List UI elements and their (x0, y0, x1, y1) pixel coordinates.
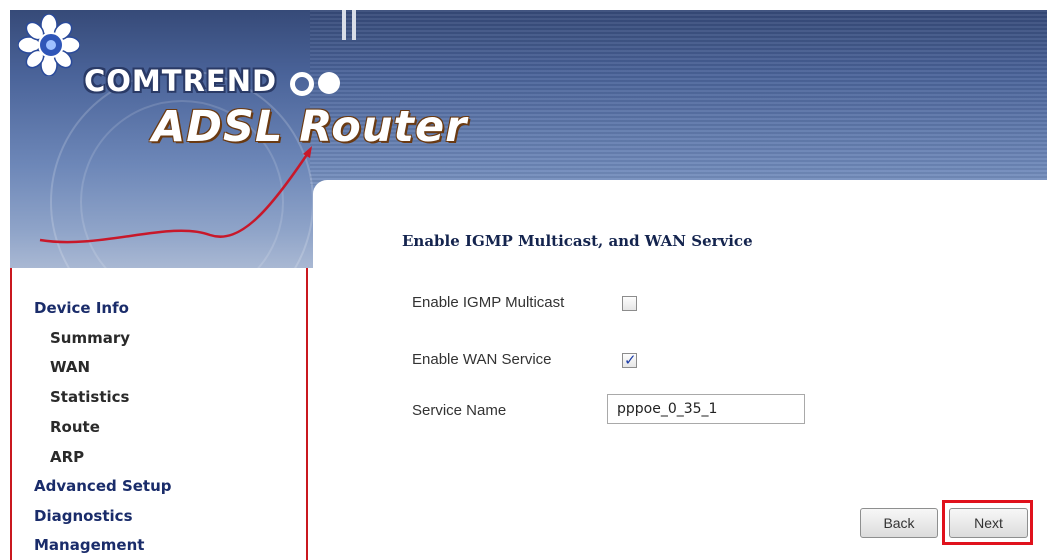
wan-service-label: Enable WAN Service (412, 351, 552, 368)
brand-ring-icon (290, 72, 314, 96)
comtrend-flower-icon (18, 14, 80, 76)
checkmark-icon: ✓ (624, 351, 637, 369)
wan-service-checkbox[interactable]: ✓ (622, 351, 637, 369)
sidebar-item-advanced-setup[interactable]: Advanced Setup (34, 477, 172, 495)
sidebar-item-arp[interactable]: ARP (50, 448, 84, 466)
banner-decoration (352, 10, 356, 40)
sidebar-item-wan[interactable]: WAN (50, 358, 90, 376)
igmp-multicast-label: Enable IGMP Multicast (412, 294, 565, 311)
banner-stripes (310, 10, 1047, 185)
sidebar: Device Info Summary WAN Statistics Route… (10, 268, 308, 560)
sidebar-item-route[interactable]: Route (50, 418, 100, 436)
sidebar-item-device-info[interactable]: Device Info (34, 299, 129, 317)
back-button[interactable]: Back (860, 508, 938, 538)
signal-swoosh-icon (39, 146, 312, 244)
banner-decoration (342, 10, 346, 40)
service-name-label: Service Name (412, 402, 507, 419)
brand-dot-icon (318, 72, 340, 94)
brand-logo-text: COMTREND (84, 64, 278, 98)
sidebar-item-statistics[interactable]: Statistics (50, 388, 129, 406)
sidebar-item-diagnostics[interactable]: Diagnostics (34, 507, 133, 525)
page-title: Enable IGMP Multicast, and WAN Service (402, 232, 753, 250)
sidebar-item-management[interactable]: Management (34, 536, 144, 554)
igmp-multicast-checkbox[interactable] (622, 296, 637, 311)
service-name-input[interactable] (607, 394, 805, 424)
sidebar-item-summary[interactable]: Summary (50, 329, 130, 347)
next-button[interactable]: Next (949, 508, 1028, 538)
